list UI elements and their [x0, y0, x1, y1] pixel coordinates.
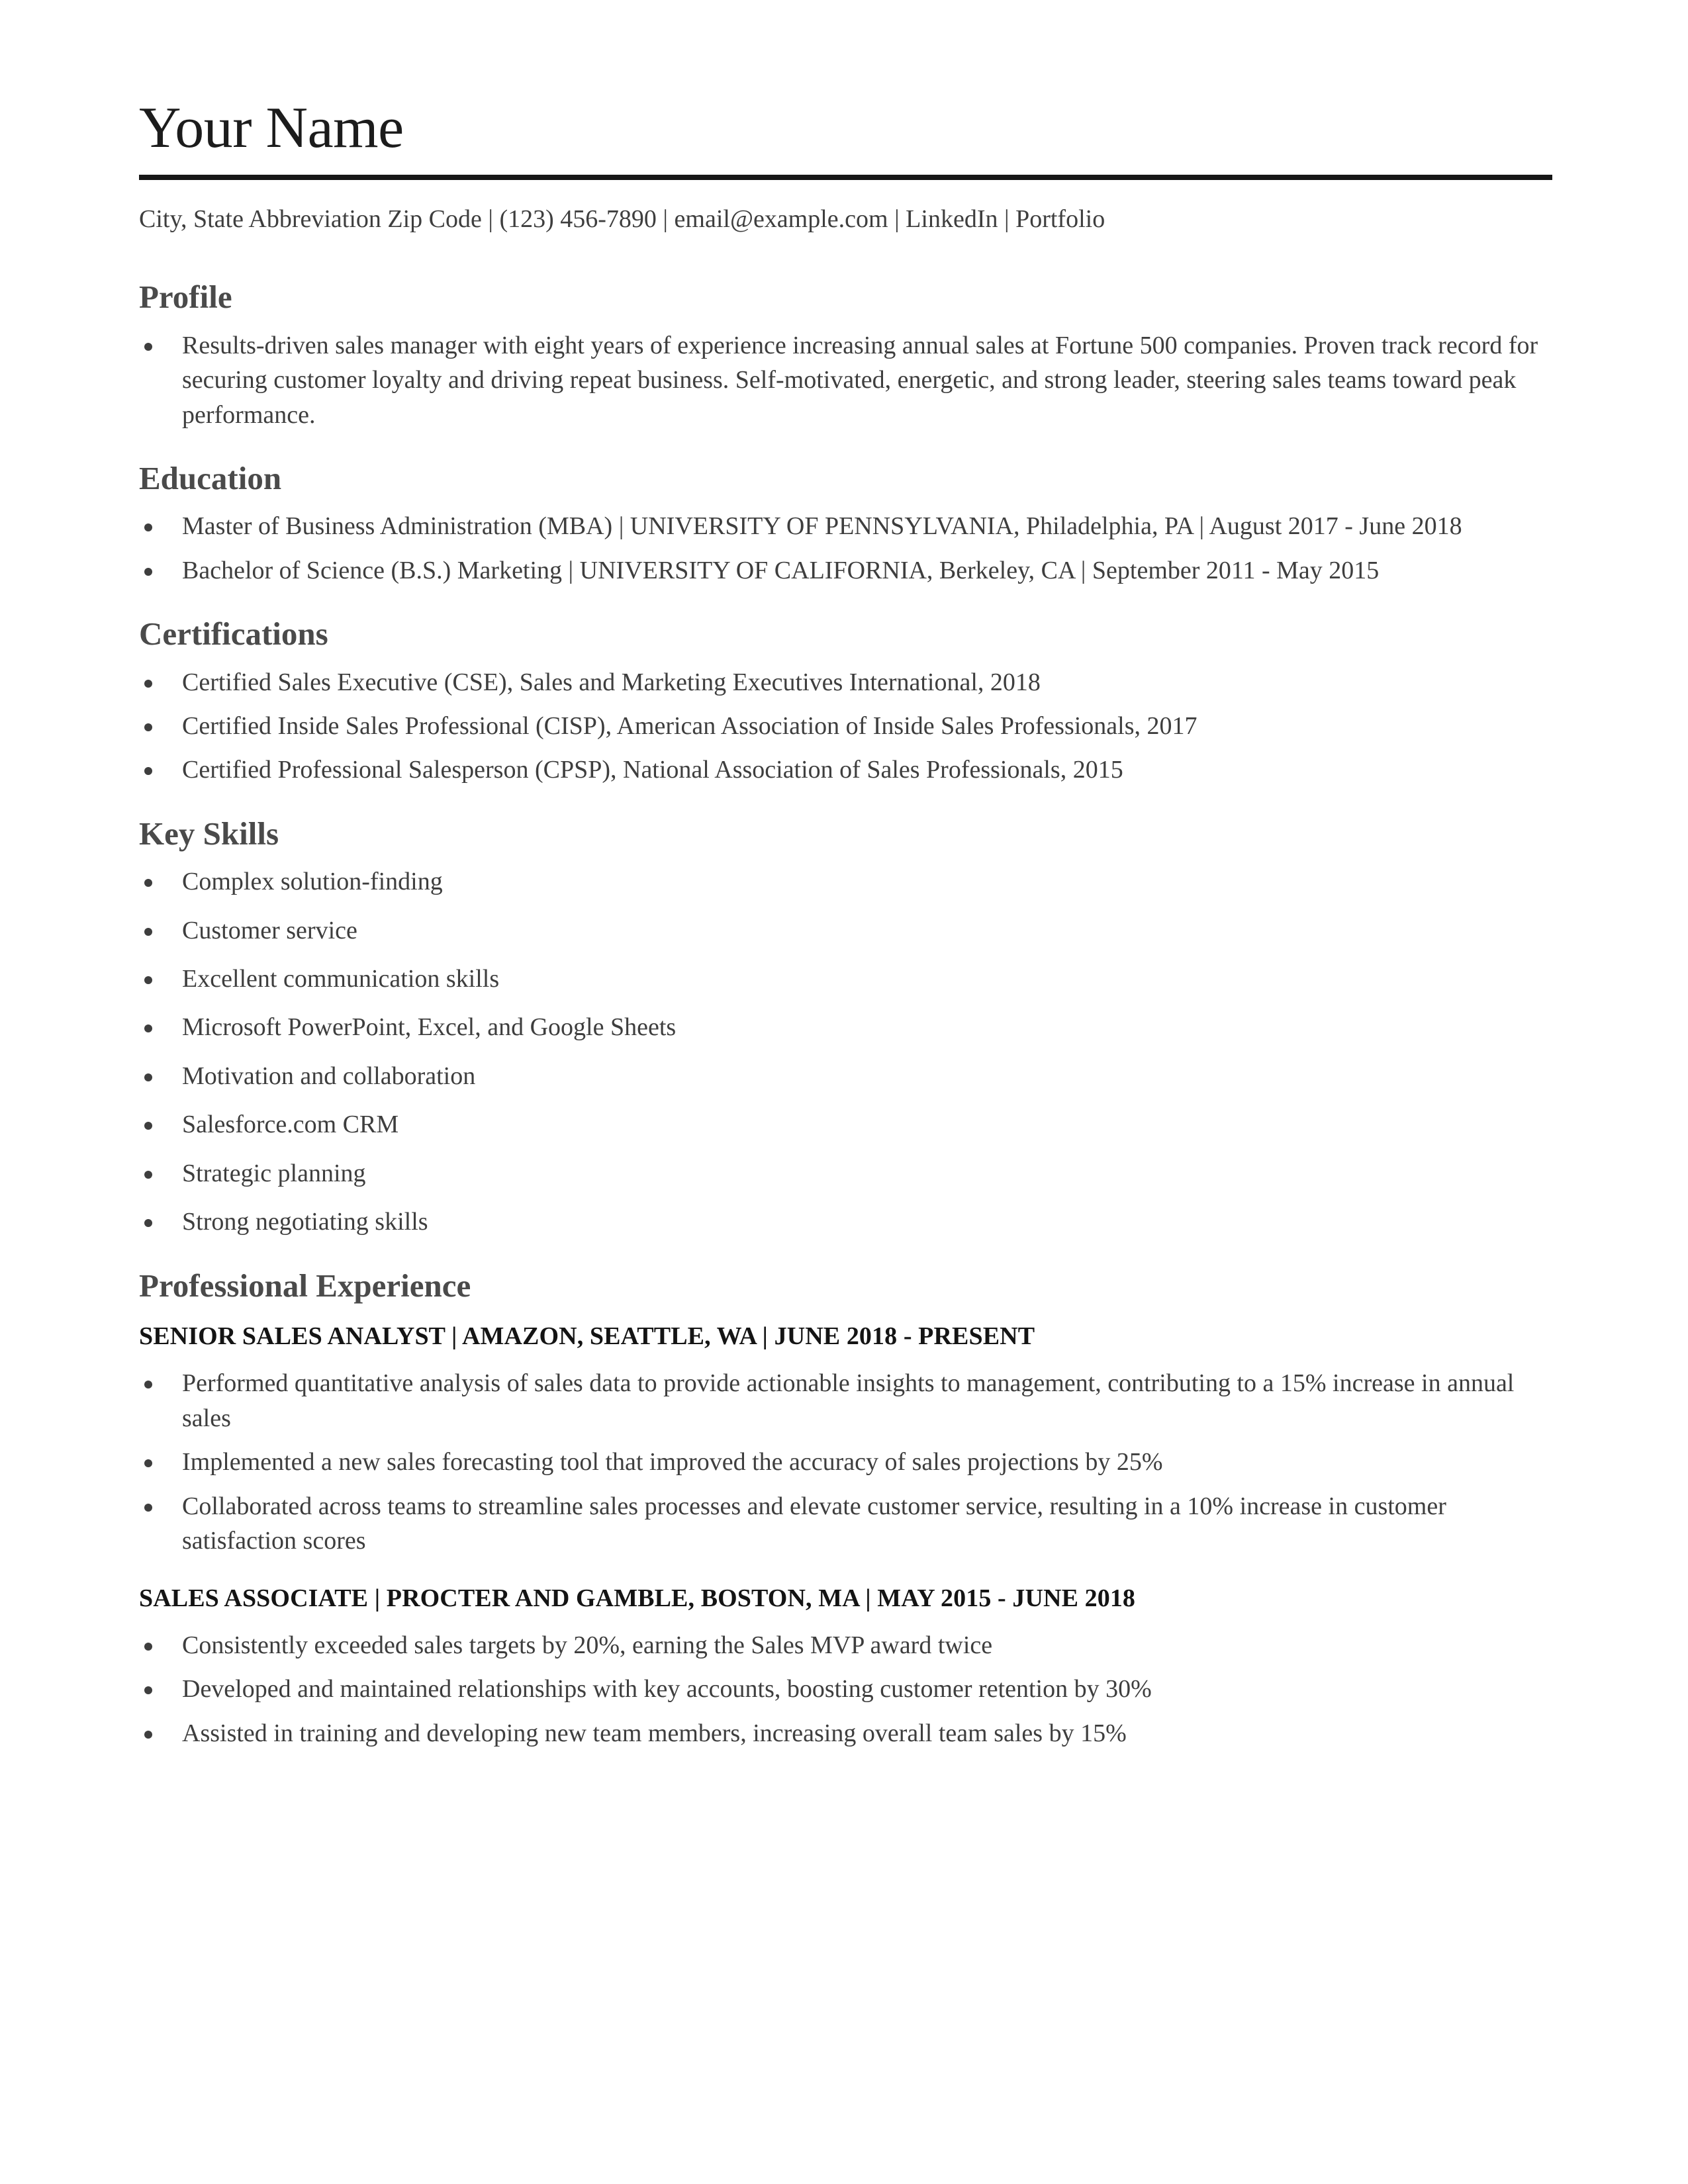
key-skills-list: Complex solution-finding Customer servic…: [139, 864, 1552, 1240]
list-item: Microsoft PowerPoint, Excel, and Google …: [139, 1010, 1552, 1044]
section-heading-education: Education: [139, 459, 282, 496]
job-heading: SALES ASSOCIATE | PROCTER AND GAMBLE, BO…: [139, 1584, 1136, 1612]
section-heading-key-skills: Key Skills: [139, 815, 279, 852]
certifications-list: Certified Sales Executive (CSE), Sales a…: [139, 665, 1552, 788]
experience-entry: SALES ASSOCIATE | PROCTER AND GAMBLE, BO…: [139, 1582, 1552, 1751]
job-bullets: Consistently exceeded sales targets by 2…: [139, 1628, 1552, 1751]
list-item: Developed and maintained relationships w…: [139, 1672, 1552, 1706]
experience-entry: SENIOR SALES ANALYST | AMAZON, SEATTLE, …: [139, 1320, 1552, 1559]
list-item: Certified Inside Sales Professional (CIS…: [139, 709, 1552, 743]
section-heading-profile: Profile: [139, 279, 232, 316]
section-professional-experience: Professional Experience SENIOR SALES ANA…: [139, 1267, 1552, 1751]
education-list: Master of Business Administration (MBA) …: [139, 509, 1552, 588]
list-item: Excellent communication skills: [139, 962, 1552, 996]
list-item: Performed quantitative analysis of sales…: [139, 1366, 1552, 1435]
list-item: Complex solution-finding: [139, 864, 1552, 899]
list-item: Bachelor of Science (B.S.) Marketing | U…: [139, 553, 1552, 588]
list-item: Assisted in training and developing new …: [139, 1716, 1552, 1751]
section-education: Education Master of Business Administrat…: [139, 460, 1552, 588]
section-profile: Profile Results-driven sales manager wit…: [139, 279, 1552, 432]
resume-page: Your Name City, State Abbreviation Zip C…: [0, 0, 1688, 2184]
list-item: Certified Professional Salesperson (CPSP…: [139, 752, 1552, 787]
list-item: Master of Business Administration (MBA) …: [139, 509, 1552, 543]
list-item: Salesforce.com CRM: [139, 1107, 1552, 1142]
list-item: Certified Sales Executive (CSE), Sales a…: [139, 665, 1552, 700]
list-item: Strategic planning: [139, 1156, 1552, 1191]
job-bullets: Performed quantitative analysis of sales…: [139, 1366, 1552, 1558]
list-item: Strong negotiating skills: [139, 1205, 1552, 1239]
header-divider: [139, 175, 1552, 180]
resume-content: Your Name City, State Abbreviation Zip C…: [139, 99, 1552, 1760]
page-title: Your Name: [139, 96, 404, 160]
list-item: Motivation and collaboration: [139, 1059, 1552, 1093]
list-item: Customer service: [139, 913, 1552, 948]
section-certifications: Certifications Certified Sales Executive…: [139, 615, 1552, 788]
section-key-skills: Key Skills Complex solution-finding Cust…: [139, 815, 1552, 1240]
list-item: Implemented a new sales forecasting tool…: [139, 1445, 1552, 1479]
job-heading: SENIOR SALES ANALYST | AMAZON, SEATTLE, …: [139, 1322, 1035, 1351]
list-item: Consistently exceeded sales targets by 2…: [139, 1628, 1552, 1662]
section-heading-professional-experience: Professional Experience: [139, 1267, 471, 1304]
list-item: Results-driven sales manager with eight …: [139, 328, 1552, 432]
section-heading-certifications: Certifications: [139, 615, 328, 653]
list-item: Collaborated across teams to streamline …: [139, 1489, 1552, 1559]
profile-list: Results-driven sales manager with eight …: [139, 328, 1552, 432]
contact-line: City, State Abbreviation Zip Code | (123…: [139, 205, 1105, 233]
